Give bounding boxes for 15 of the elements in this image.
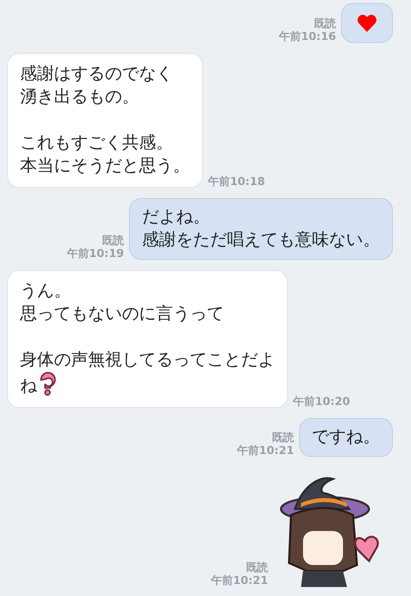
message-time: 午前10:20	[293, 395, 350, 408]
message-time: 午前10:18	[208, 175, 266, 188]
message-bubble: 感謝はするのでなく 湧き出るもの。 これもすごく共感。 本当にそうだと思う。	[7, 53, 203, 188]
message-bubble: ですね。	[299, 418, 393, 457]
message-time: 午前10:16	[278, 30, 336, 43]
message-time: 午前10:21	[236, 444, 294, 457]
message-time: 午前10:21	[210, 574, 268, 587]
read-label: 既読	[272, 431, 294, 444]
read-label: 既読	[102, 234, 124, 247]
read-label: 既読	[246, 561, 268, 574]
message-time: 午前10:19	[66, 247, 124, 260]
message-bubble: だよね。 感謝をただ唱えても意味ない。	[129, 198, 393, 260]
heart-icon	[357, 14, 377, 32]
message-bubble: うん。 思ってもないのに言うって 身体の声無視してるってことだよ ね	[7, 270, 288, 408]
read-label: 既読	[314, 17, 336, 30]
